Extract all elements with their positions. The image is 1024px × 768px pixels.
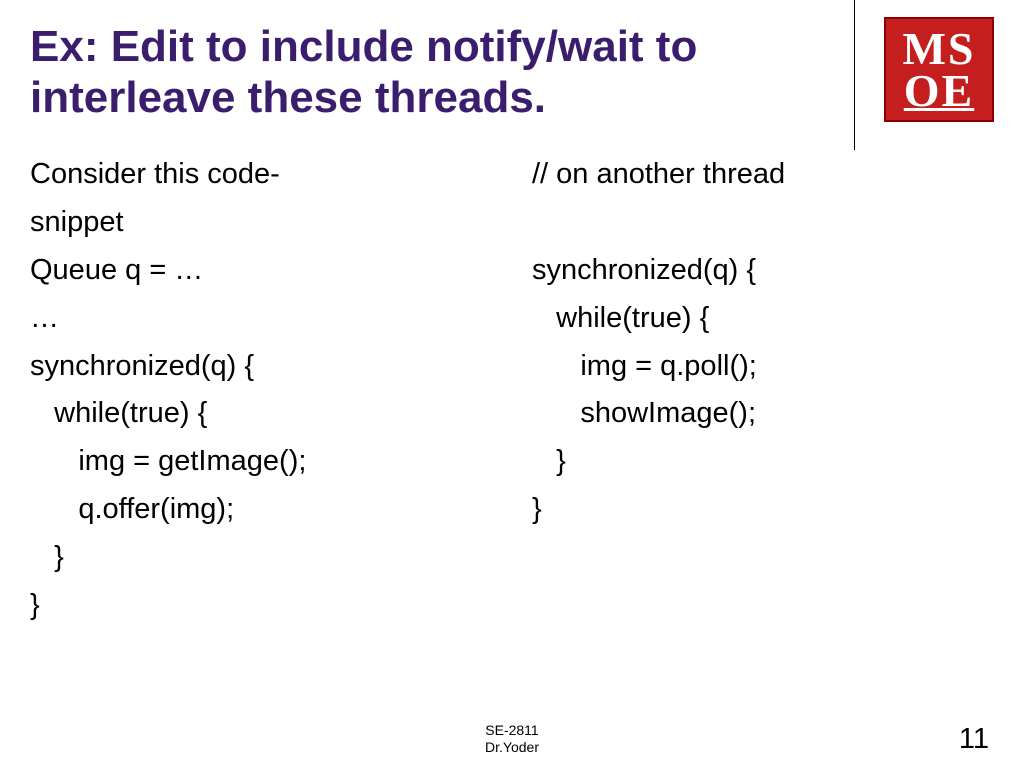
code-line: img = getImage(); [30,438,492,486]
code-line: while(true) { [532,295,994,343]
code-line: Queue q = … [30,247,492,295]
msoe-logo: MS OE [884,17,994,122]
code-line: snippet [30,199,492,247]
footer-author: Dr.Yoder [485,739,539,756]
footer: SE-2811 Dr.Yoder [485,722,539,756]
logo-text-bottom: OE [904,70,974,111]
code-line: showImage(); [532,390,994,438]
code-line: q.offer(img); [30,486,492,534]
code-line [532,199,994,247]
code-line: synchronized(q) { [30,343,492,391]
logo-area: MS OE [854,22,994,122]
code-line: synchronized(q) { [532,247,994,295]
content-columns: Consider this code- snippet Queue q = … … [0,123,1024,629]
page-number: 11 [959,723,989,756]
code-line: } [532,486,994,534]
left-column: Consider this code- snippet Queue q = … … [30,151,492,629]
slide-title: Ex: Edit to include notify/wait to inter… [30,22,854,123]
logo-text-top: MS [903,28,976,69]
code-line: Consider this code- [30,151,492,199]
code-line: // on another thread [532,151,994,199]
code-line: while(true) { [30,390,492,438]
right-column: // on another thread synchronized(q) { w… [532,151,994,629]
logo-divider [854,0,855,150]
footer-course: SE-2811 [485,722,539,739]
code-line: img = q.poll(); [532,343,994,391]
code-line: … [30,295,492,343]
code-line: } [30,582,492,630]
code-line: } [30,534,492,582]
code-line: } [532,438,994,486]
